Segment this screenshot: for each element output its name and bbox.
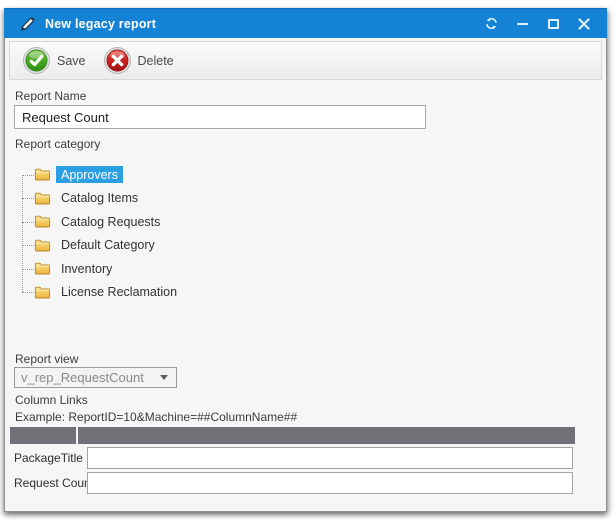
column-links-label: Column Links [15,393,88,407]
tree-item-label: Approvers [56,166,123,183]
tree-item[interactable]: Catalog Requests [14,210,344,234]
folder-icon [34,214,51,229]
report-view-dropdown[interactable]: v_rep_RequestCount [14,367,177,388]
folder-icon [34,261,51,276]
grid-header [10,427,575,444]
refresh-icon [484,16,499,31]
minimize-icon [517,23,528,25]
report-view-label: Report view [15,352,78,366]
note-pen-icon [18,15,36,33]
tree-item-label: License Reclamation [56,284,182,301]
tree-item-label: Catalog Items [56,190,143,207]
toolbar: Save Delete [9,41,602,80]
new-legacy-report-dialog: New legacy report [4,8,607,512]
report-view-value: v_rep_RequestCount [15,370,160,385]
grid-header-label-column [10,427,76,444]
tree-item[interactable]: Default Category [14,234,344,258]
close-icon [578,18,590,30]
folder-icon [34,167,51,182]
save-button[interactable]: Save [14,44,95,77]
window-title: New legacy report [45,17,156,31]
tree-item[interactable]: Inventory [14,257,344,281]
tree-item[interactable]: License Reclamation [14,281,344,305]
report-category-label: Report category [15,137,100,151]
save-label: Save [57,54,86,68]
link-row-label: PackageTitle [14,451,87,465]
grid-header-value-column [78,427,575,444]
report-name-input[interactable] [14,105,426,129]
report-name-label: Report Name [15,89,86,103]
delete-label: Delete [138,54,174,68]
titlebar: New legacy report [4,8,607,38]
link-row-input[interactable] [87,472,573,494]
tree-item[interactable]: Catalog Items [14,187,344,211]
tree-item[interactable]: Approvers [14,163,344,187]
delete-x-icon [104,47,131,74]
maximize-icon [548,19,559,29]
delete-button[interactable]: Delete [95,44,183,77]
category-tree: Approvers Catalog Items Catalog Requests… [14,163,344,305]
folder-icon [34,285,51,300]
close-button[interactable] [571,12,597,36]
folder-icon [34,191,51,206]
column-links-example: Example: ReportID=10&Machine=##ColumnNam… [15,410,297,424]
folder-icon [34,238,51,253]
tree-item-label: Catalog Requests [56,213,165,230]
column-link-row: Request Count [14,472,574,494]
tree-item-label: Inventory [56,260,117,277]
dropdown-arrow-icon [160,375,168,380]
link-row-label: Request Count [14,476,87,490]
window-controls [473,12,607,36]
minimize-button[interactable] [509,12,535,36]
screen: New legacy report [0,0,616,526]
tree-item-label: Default Category [56,237,160,254]
refresh-button[interactable] [478,12,504,36]
column-links-rows: PackageTitle Request Count [14,447,574,497]
save-check-icon [23,47,50,74]
link-row-input[interactable] [87,447,573,469]
column-link-row: PackageTitle [14,447,574,469]
maximize-button[interactable] [540,12,566,36]
